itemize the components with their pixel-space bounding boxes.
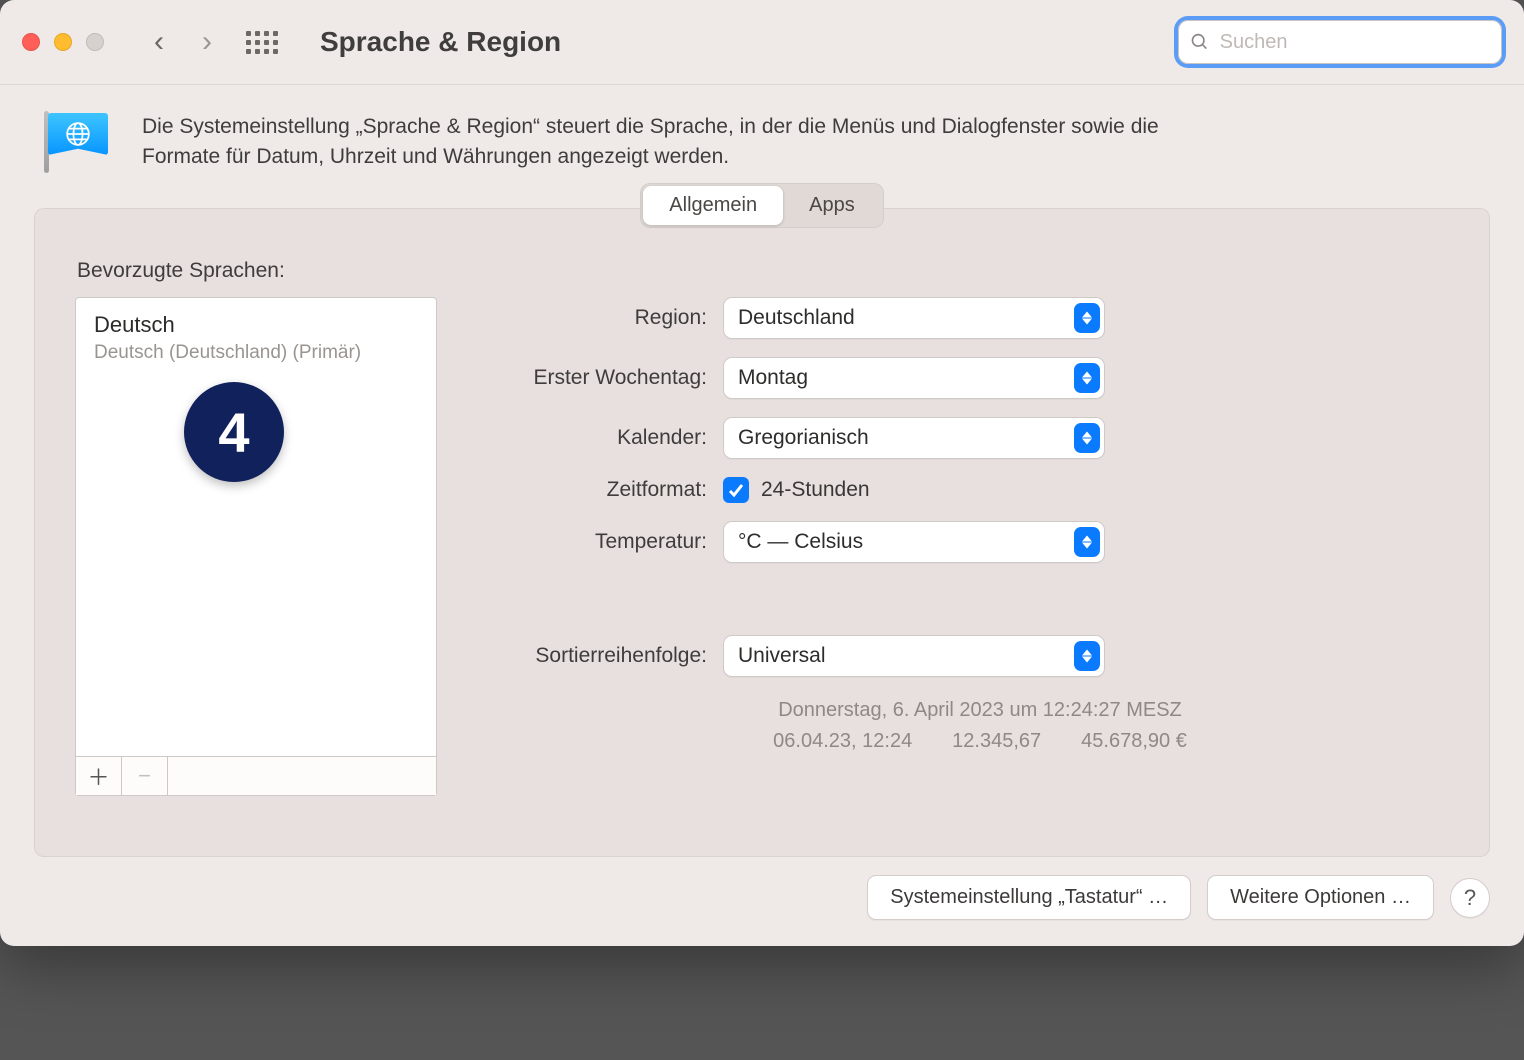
temperature-popup[interactable]: °C — Celsius xyxy=(723,521,1105,563)
sort-order-value: Universal xyxy=(738,644,826,668)
help-button[interactable]: ? xyxy=(1450,878,1490,918)
zoom-window-button xyxy=(86,33,104,51)
header-row: Die Systemeinstellung „Sprache & Region“… xyxy=(0,85,1524,183)
example-line-1: Donnerstag, 6. April 2023 um 12:24:27 ME… xyxy=(511,695,1449,726)
more-options-button[interactable]: Weitere Optionen … xyxy=(1207,875,1434,920)
globe-icon xyxy=(65,121,91,147)
main-panel: Bevorzugte Sprachen: Deutsch Deutsch (De… xyxy=(34,208,1490,857)
tab-apps[interactable]: Apps xyxy=(783,186,881,225)
sort-order-popup[interactable]: Universal xyxy=(723,635,1105,677)
calendar-popup[interactable]: Gregorianisch xyxy=(723,417,1105,459)
page-title: Sprache & Region xyxy=(320,26,561,58)
window-controls xyxy=(22,33,104,51)
chevron-updown-icon xyxy=(1074,423,1100,453)
example-line-2: 06.04.23, 12:24 12.345,67 45.678,90 € xyxy=(511,726,1449,757)
add-language-button[interactable]: ＋ xyxy=(76,757,122,795)
annotation-badge: 4 xyxy=(184,382,284,482)
region-label: Region: xyxy=(487,306,707,330)
language-name: Deutsch xyxy=(94,312,418,338)
calendar-value: Gregorianisch xyxy=(738,426,869,450)
time-format-checkbox-label: 24-Stunden xyxy=(761,478,870,502)
settings-column: Region: Deutschland Erster Wochentag: Mo… xyxy=(487,297,1449,757)
close-window-button[interactable] xyxy=(22,33,40,51)
languages-list[interactable]: Deutsch Deutsch (Deutschland) (Primär) 4 xyxy=(76,298,436,756)
language-subtitle: Deutsch (Deutschland) (Primär) xyxy=(94,342,418,364)
keyboard-preferences-button[interactable]: Systemeinstellung „Tastatur“ … xyxy=(867,875,1191,920)
all-preferences-icon[interactable] xyxy=(246,31,278,54)
format-examples: Donnerstag, 6. April 2023 um 12:24:27 ME… xyxy=(511,695,1449,757)
check-icon xyxy=(728,482,744,498)
tab-switcher: Allgemein Apps xyxy=(640,183,883,228)
forward-button: › xyxy=(202,27,212,57)
chevron-updown-icon xyxy=(1074,641,1100,671)
region-popup[interactable]: Deutschland xyxy=(723,297,1105,339)
description-text: Die Systemeinstellung „Sprache & Region“… xyxy=(142,112,1222,173)
temperature-value: °C — Celsius xyxy=(738,530,863,554)
sort-order-label: Sortierreihenfolge: xyxy=(487,644,707,668)
chevron-updown-icon xyxy=(1074,363,1100,393)
first-weekday-value: Montag xyxy=(738,366,808,390)
chevron-updown-icon xyxy=(1074,303,1100,333)
preferred-languages-label: Bevorzugte Sprachen: xyxy=(77,259,1449,283)
titlebar: ‹ › Sprache & Region xyxy=(0,0,1524,85)
first-weekday-label: Erster Wochentag: xyxy=(487,366,707,390)
preferences-window: ‹ › Sprache & Region xyxy=(0,0,1524,946)
chevron-updown-icon xyxy=(1074,527,1100,557)
language-region-icon xyxy=(38,111,114,173)
region-value: Deutschland xyxy=(738,306,855,330)
back-button[interactable]: ‹ xyxy=(154,27,164,57)
search-input[interactable] xyxy=(1218,30,1490,55)
search-icon xyxy=(1190,31,1210,53)
first-weekday-popup[interactable]: Montag xyxy=(723,357,1105,399)
time-format-checkbox[interactable] xyxy=(723,477,749,503)
search-field[interactable] xyxy=(1178,20,1502,64)
nav-buttons: ‹ › xyxy=(154,27,212,57)
time-format-label: Zeitformat: xyxy=(487,478,707,502)
language-item[interactable]: Deutsch Deutsch (Deutschland) (Primär) xyxy=(94,312,418,364)
remove-language-button: − xyxy=(122,757,168,795)
languages-listbox: Deutsch Deutsch (Deutschland) (Primär) 4… xyxy=(75,297,437,796)
languages-toolbar: ＋ − xyxy=(76,756,436,795)
minimize-window-button[interactable] xyxy=(54,33,72,51)
temperature-label: Temperatur: xyxy=(487,530,707,554)
footer: Systemeinstellung „Tastatur“ … Weitere O… xyxy=(0,857,1524,946)
calendar-label: Kalender: xyxy=(487,426,707,450)
tab-general[interactable]: Allgemein xyxy=(643,186,783,225)
